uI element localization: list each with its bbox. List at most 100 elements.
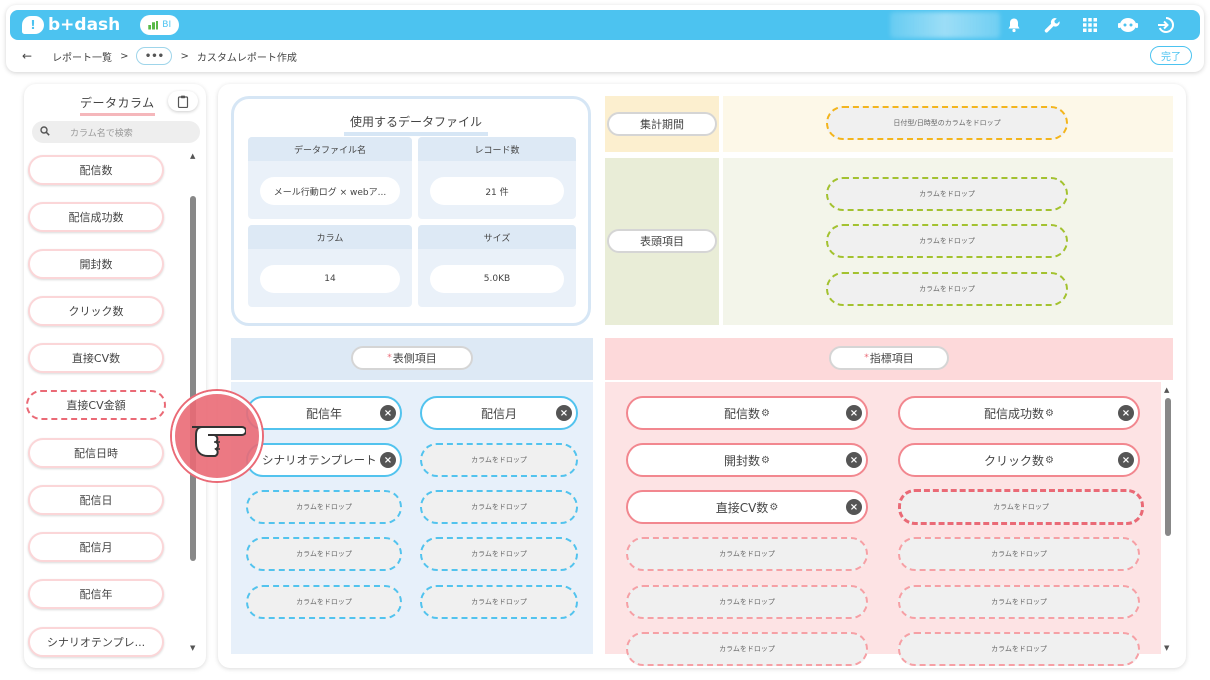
header-drop-slot[interactable]: カラムをドロップ	[826, 272, 1068, 306]
metric-drop-slot[interactable]: カラムをドロップ	[626, 537, 868, 571]
column-item[interactable]: 配信成功数	[28, 202, 164, 232]
logo[interactable]: ! b+dash	[22, 15, 120, 35]
column-item[interactable]: 配信年	[28, 579, 164, 609]
row-chip[interactable]: 配信月 ×	[420, 396, 578, 430]
gear-icon[interactable]: ⚙	[1045, 408, 1054, 419]
scroll-down-icon[interactable]: ▼	[1164, 644, 1169, 652]
file-name-value: メール行動ログ × webア...	[260, 177, 400, 205]
close-icon[interactable]: ×	[846, 499, 862, 515]
metric-chip[interactable]: 開封数 ⚙ ×	[626, 443, 868, 477]
row-chip-label: 配信月	[480, 406, 517, 421]
close-icon[interactable]: ×	[1118, 405, 1134, 421]
required-mark: *	[864, 353, 869, 363]
close-icon[interactable]: ×	[846, 452, 862, 468]
row-drop-slot[interactable]: カラムをドロップ	[420, 443, 578, 477]
metric-drop-slot[interactable]: カラムをドロップ	[626, 585, 868, 619]
scroll-down-icon[interactable]: ▼	[190, 644, 195, 652]
row-items-label: * 表側項目	[351, 346, 473, 370]
breadcrumb-ellipsis[interactable]: •••	[136, 47, 173, 65]
bell-icon[interactable]	[1004, 15, 1024, 35]
gear-icon[interactable]: ⚙	[1045, 455, 1054, 466]
file-name-header: データファイル名	[248, 137, 412, 161]
row-drop-slot[interactable]: カラムをドロップ	[420, 490, 578, 524]
metric-chip[interactable]: 直接CV数 ⚙ ×	[626, 490, 868, 524]
period-label: 集計期間	[607, 112, 717, 136]
gear-icon[interactable]: ⚙	[761, 455, 770, 466]
bi-badge[interactable]: BI	[140, 15, 180, 35]
column-search-input[interactable]: カラム名で検索	[32, 121, 200, 143]
row-chip-label: シナリオテンプレート	[262, 453, 377, 467]
bar-chart-icon	[148, 20, 159, 30]
gear-icon[interactable]: ⚙	[769, 502, 778, 513]
logo-text: b+dash	[48, 15, 121, 35]
scrollbar-thumb[interactable]	[190, 196, 196, 561]
metric-drop-slot-target[interactable]: カラムをドロップ	[898, 489, 1144, 525]
column-item[interactable]: シナリオテンプレ...	[28, 627, 164, 657]
metric-chip-label: クリック数	[984, 453, 1045, 468]
metric-drop-slot[interactable]: カラムをドロップ	[898, 585, 1140, 619]
metric-chip[interactable]: 配信成功数 ⚙ ×	[898, 396, 1140, 430]
size-value: 5.0KB	[430, 265, 564, 293]
row-drop-slot[interactable]: カラムをドロップ	[246, 490, 402, 524]
column-item-dragging[interactable]: 直接CV金額	[26, 390, 166, 420]
top-icon-group	[1004, 10, 1176, 40]
metric-chip[interactable]: 配信数 ⚙ ×	[626, 396, 868, 430]
metric-drop-slot[interactable]: カラムをドロップ	[626, 632, 868, 666]
column-item[interactable]: 開封数	[28, 249, 164, 279]
column-item[interactable]: 配信月	[28, 532, 164, 562]
close-icon[interactable]: ×	[846, 405, 862, 421]
logout-icon[interactable]	[1156, 15, 1176, 35]
top-bar: ! b+dash BI	[10, 10, 1200, 40]
header-drop-slot[interactable]: カラムをドロップ	[826, 177, 1068, 211]
column-item[interactable]: クリック数	[28, 296, 164, 326]
row-chip[interactable]: シナリオテンプレート ×	[246, 443, 402, 477]
column-item[interactable]: 配信数	[28, 155, 164, 185]
column-item[interactable]: 配信日時	[28, 438, 164, 468]
scroll-up-icon[interactable]: ▲	[1164, 386, 1169, 394]
scrollbar-thumb[interactable]	[1165, 398, 1171, 536]
column-item[interactable]: 配信日	[28, 485, 164, 515]
column-item[interactable]: 直接CV数	[28, 343, 164, 373]
user-info-blurred	[890, 12, 1000, 38]
metric-chip[interactable]: クリック数 ⚙ ×	[898, 443, 1140, 477]
metric-items-label-text: 指標項目	[869, 352, 914, 365]
metric-drop-slot[interactable]: カラムをドロップ	[898, 632, 1140, 666]
row-drop-slot[interactable]: カラムをドロップ	[420, 585, 578, 619]
chatbot-icon[interactable]	[1118, 15, 1138, 35]
done-button[interactable]: 完了	[1150, 46, 1192, 65]
close-icon[interactable]: ×	[1118, 452, 1134, 468]
row-drop-slot[interactable]: カラムをドロップ	[246, 585, 402, 619]
data-file-title: 使用するデータファイル	[344, 113, 489, 136]
metric-chip-label: 直接CV数	[715, 500, 769, 515]
breadcrumb-current: カスタムレポート作成	[196, 52, 297, 64]
record-count-value: 21 件	[430, 177, 564, 205]
back-arrow-icon[interactable]: ←	[22, 49, 32, 63]
scroll-up-icon[interactable]: ▲	[190, 152, 195, 160]
report-builder-canvas: 使用するデータファイル データファイル名 メール行動ログ × webア... レ…	[218, 84, 1186, 668]
header-items-label: 表頭項目	[607, 229, 717, 253]
data-column-title: データカラム	[80, 94, 155, 116]
row-drop-slot[interactable]: カラムをドロップ	[246, 537, 402, 571]
close-icon[interactable]: ×	[380, 452, 396, 468]
grid-menu-icon[interactable]	[1080, 15, 1100, 35]
close-icon[interactable]: ×	[556, 405, 572, 421]
period-drop-slot[interactable]: 日付型/日時型のカラムをドロップ	[826, 106, 1068, 140]
row-chip-label: 配信年	[305, 406, 342, 421]
bi-badge-label: BI	[162, 20, 172, 30]
data-column-panel: データカラム カラム名で検索 配信数 配信成功数 開封数 クリック数 直接CV数…	[24, 84, 206, 668]
row-drop-slot[interactable]: カラムをドロップ	[420, 537, 578, 571]
breadcrumb: ← レポート一覧 > ••• > カスタムレポート作成	[22, 46, 297, 66]
row-chip[interactable]: 配信年 ×	[246, 396, 402, 430]
close-icon[interactable]: ×	[380, 405, 396, 421]
metric-chip-label: 配信数	[724, 406, 761, 421]
column-count-value: 14	[260, 265, 400, 293]
breadcrumb-report-list[interactable]: レポート一覧	[52, 49, 112, 64]
drag-pointer-hand-icon	[172, 391, 262, 481]
wrench-icon[interactable]	[1042, 15, 1062, 35]
metric-drop-slot[interactable]: カラムをドロップ	[898, 537, 1140, 571]
clipboard-icon[interactable]	[168, 91, 198, 111]
required-mark: *	[387, 353, 392, 363]
header-drop-slot[interactable]: カラムをドロップ	[826, 224, 1068, 258]
logo-mark-icon: !	[22, 16, 44, 34]
gear-icon[interactable]: ⚙	[761, 408, 770, 419]
